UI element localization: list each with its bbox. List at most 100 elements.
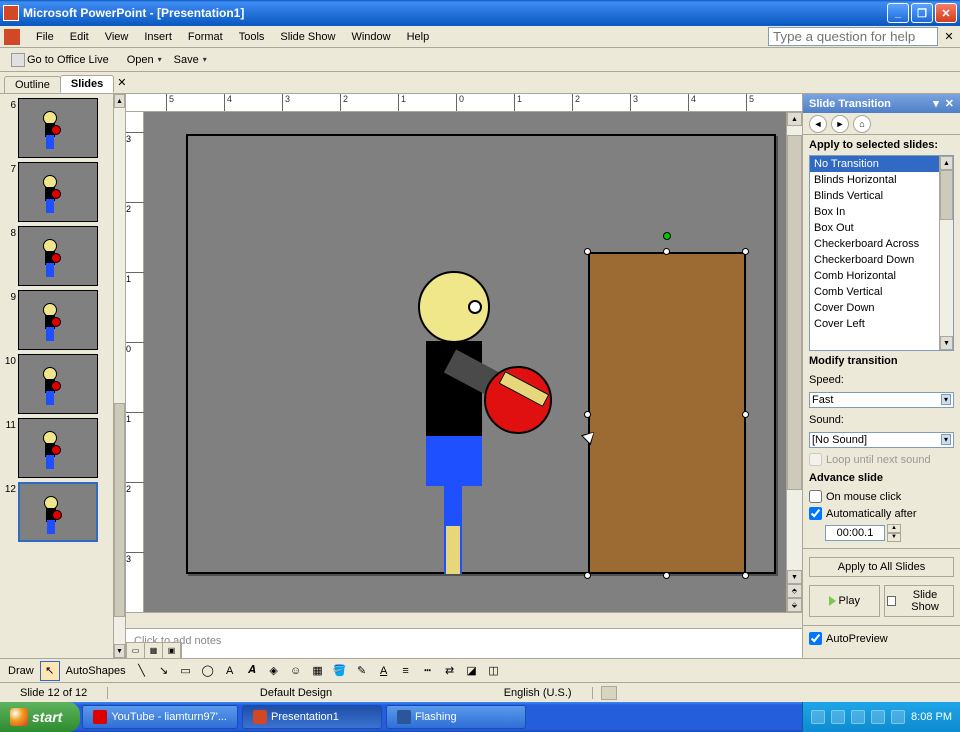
- normal-view-button[interactable]: ▭: [127, 643, 145, 658]
- door-shape[interactable]: [588, 252, 746, 574]
- selection-handle-sw[interactable]: [584, 572, 591, 579]
- tab-outline[interactable]: Outline: [4, 76, 61, 93]
- next-slide-button[interactable]: ⬙: [787, 598, 802, 612]
- picture-tool[interactable]: ▦: [308, 661, 328, 681]
- taskpane-back-button[interactable]: ◄: [809, 115, 827, 133]
- line-color-tool[interactable]: ✎: [352, 661, 372, 681]
- menu-slideshow[interactable]: Slide Show: [272, 29, 343, 45]
- transition-option[interactable]: Cover Left: [810, 316, 939, 332]
- transition-scrollbar[interactable]: ▲ ▼: [939, 156, 953, 350]
- taskpane-home-button[interactable]: ⌂: [853, 115, 871, 133]
- selection-handle-ne[interactable]: [742, 248, 749, 255]
- taskpane-menu-button[interactable]: ▾: [933, 97, 939, 110]
- goto-office-live-button[interactable]: Go to Office Live: [6, 50, 114, 70]
- slideshow-view-button[interactable]: ▣: [163, 643, 181, 658]
- menu-window[interactable]: Window: [343, 29, 398, 45]
- tlist-scroll-up[interactable]: ▲: [940, 156, 953, 170]
- apply-all-button[interactable]: Apply to All Slides: [809, 557, 954, 577]
- slide-thumbnail-10[interactable]: [18, 354, 98, 414]
- transition-option[interactable]: Box In: [810, 204, 939, 220]
- font-color-tool[interactable]: A: [374, 661, 394, 681]
- close-button[interactable]: ✕: [935, 3, 957, 23]
- editor-scroll-thumb[interactable]: [787, 135, 802, 490]
- clipart-tool[interactable]: ☺: [286, 661, 306, 681]
- help-question-input[interactable]: [768, 27, 938, 46]
- editor-scrollbar-h[interactable]: [126, 612, 802, 628]
- tray-icon-1[interactable]: [811, 710, 825, 724]
- editor-scrollbar-v[interactable]: ▲ ▼ ⬘ ⬙: [786, 112, 802, 612]
- save-button[interactable]: Save: [169, 51, 212, 69]
- shadow-tool[interactable]: ◪: [462, 661, 482, 681]
- 3d-tool[interactable]: ◫: [484, 661, 504, 681]
- slide[interactable]: [186, 134, 776, 574]
- slide-thumbnail-6[interactable]: [18, 98, 98, 158]
- select-tool[interactable]: ↖: [40, 661, 60, 681]
- dash-style-tool[interactable]: ┅: [418, 661, 438, 681]
- sorter-view-button[interactable]: ▦: [145, 643, 163, 658]
- transition-option[interactable]: Checkerboard Across: [810, 236, 939, 252]
- slide-canvas[interactable]: ▲ ▼ ⬘ ⬙: [144, 112, 802, 612]
- menu-edit[interactable]: Edit: [62, 29, 97, 45]
- selection-handle-e[interactable]: [742, 411, 749, 418]
- time-spin-up[interactable]: ▲: [887, 524, 901, 533]
- textbox-tool[interactable]: A: [220, 661, 240, 681]
- oval-tool[interactable]: ◯: [198, 661, 218, 681]
- status-icon[interactable]: [601, 686, 617, 700]
- slide-thumbnail-7[interactable]: [18, 162, 98, 222]
- menu-help[interactable]: Help: [399, 29, 438, 45]
- arrow-tool[interactable]: ↘: [154, 661, 174, 681]
- rectangle-tool[interactable]: ▭: [176, 661, 196, 681]
- transition-option[interactable]: Cover Down: [810, 300, 939, 316]
- auto-after-checkbox[interactable]: [809, 507, 822, 520]
- tlist-scroll-down[interactable]: ▼: [940, 336, 953, 350]
- figure-stand[interactable]: [446, 526, 460, 574]
- tab-slides[interactable]: Slides: [60, 75, 114, 93]
- time-spin-down[interactable]: ▼: [887, 533, 901, 542]
- transition-option[interactable]: Comb Vertical: [810, 284, 939, 300]
- minimize-button[interactable]: _: [887, 3, 909, 23]
- start-button[interactable]: start: [0, 702, 80, 732]
- selection-handle-n[interactable]: [663, 248, 670, 255]
- transition-list[interactable]: No TransitionBlinds HorizontalBlinds Ver…: [809, 155, 954, 351]
- fill-color-tool[interactable]: 🪣: [330, 661, 350, 681]
- document-close-button[interactable]: ✕: [942, 30, 956, 43]
- tabs-close-button[interactable]: ✕: [117, 76, 126, 89]
- slide-thumbnail-9[interactable]: [18, 290, 98, 350]
- menu-file[interactable]: File: [28, 29, 62, 45]
- scroll-thumb[interactable]: [114, 403, 125, 617]
- editor-scroll-track[interactable]: [787, 126, 802, 570]
- draw-menu[interactable]: Draw: [4, 663, 38, 679]
- scroll-track[interactable]: [114, 108, 125, 644]
- menu-insert[interactable]: Insert: [136, 29, 180, 45]
- play-button[interactable]: Play: [809, 585, 880, 617]
- taskpane-close-button[interactable]: ✕: [945, 97, 954, 110]
- autopreview-checkbox[interactable]: [809, 632, 822, 645]
- slide-thumbnail-11[interactable]: [18, 418, 98, 478]
- figure-pants[interactable]: [426, 436, 482, 486]
- tlist-scroll-track[interactable]: [940, 170, 953, 336]
- menu-view[interactable]: View: [97, 29, 137, 45]
- transition-option[interactable]: Comb Horizontal: [810, 268, 939, 284]
- selection-handle-w[interactable]: [584, 411, 591, 418]
- tray-icon-4[interactable]: [871, 710, 885, 724]
- maximize-button[interactable]: ❐: [911, 3, 933, 23]
- slideshow-button[interactable]: Slide Show: [884, 585, 955, 617]
- slide-thumbnail-8[interactable]: [18, 226, 98, 286]
- scroll-down-button[interactable]: ▼: [114, 644, 125, 658]
- auto-after-time-input[interactable]: [825, 525, 885, 541]
- wordart-tool[interactable]: 𝑨: [242, 661, 262, 681]
- prev-slide-button[interactable]: ⬘: [787, 584, 802, 598]
- system-tray[interactable]: 8:08 PM: [802, 702, 960, 732]
- figure-eye[interactable]: [468, 300, 482, 314]
- open-button[interactable]: Open: [122, 51, 167, 69]
- taskbar-flashing[interactable]: Flashing: [386, 705, 526, 729]
- notes-pane[interactable]: Click to add notes: [126, 628, 802, 658]
- editor-scroll-down[interactable]: ▼: [787, 570, 802, 584]
- diagram-tool[interactable]: ◈: [264, 661, 284, 681]
- autoshapes-menu[interactable]: AutoShapes: [62, 663, 130, 679]
- line-style-tool[interactable]: ≡: [396, 661, 416, 681]
- selection-handle-nw[interactable]: [584, 248, 591, 255]
- speed-select[interactable]: Fast: [809, 392, 954, 408]
- arrow-style-tool[interactable]: ⇄: [440, 661, 460, 681]
- tray-icon-5[interactable]: [891, 710, 905, 724]
